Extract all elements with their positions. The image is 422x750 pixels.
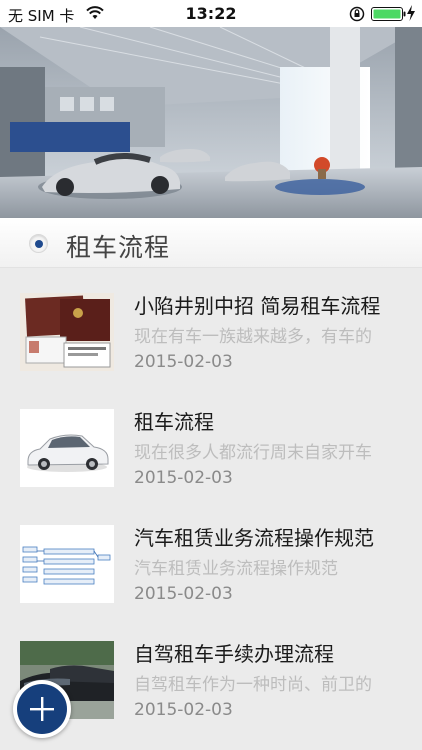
article-summary: 现在有车一族越来越多，有车的 [134,327,372,347]
white-car-photo [20,409,114,487]
list-item[interactable]: 租车流程 现在很多人都流行周末自家开车 2015-02-03 [0,384,422,500]
article-title: 小陷井别中招 简易租车流程 [134,294,381,318]
article-summary: 现在很多人都流行周末自家开车 [134,443,372,463]
add-button[interactable] [13,680,71,738]
article-title: 租车流程 [134,410,214,434]
banner-image[interactable] [0,27,422,218]
car-showroom-photo [0,27,422,218]
article-title: 汽车租赁业务流程操作规范 [134,526,374,550]
list-item[interactable]: 小陷井别中招 简易租车流程 现在有车一族越来越多，有车的 2015-02-03 [0,268,422,384]
battery-icon [371,7,406,21]
article-date: 2015-02-03 [134,700,233,720]
article-summary: 汽车租赁业务流程操作规范 [134,559,338,579]
section-header: 租车流程 [0,218,422,268]
documents-photo [20,293,114,371]
status-bar: 无 SIM 卡 13:22 [0,0,422,27]
list-item[interactable]: 汽车租赁业务流程操作规范 汽车租赁业务流程操作规范 2015-02-03 [0,500,422,616]
section-title: 租车流程 [66,233,171,262]
article-list[interactable]: 小陷井别中招 简易租车流程 现在有车一族越来越多，有车的 2015-02-03 … [0,268,422,750]
flowchart-image [20,525,114,603]
radio-indicator-icon[interactable] [29,234,48,253]
article-date: 2015-02-03 [134,584,233,604]
charging-icon [407,5,415,21]
article-date: 2015-02-03 [134,352,233,372]
article-title: 自驾租车手续办理流程 [134,642,334,666]
rotation-lock-icon [349,6,365,22]
article-summary: 自驾租车作为一种时尚、前卫的 [134,675,372,695]
article-date: 2015-02-03 [134,468,233,488]
plus-icon [30,697,54,721]
